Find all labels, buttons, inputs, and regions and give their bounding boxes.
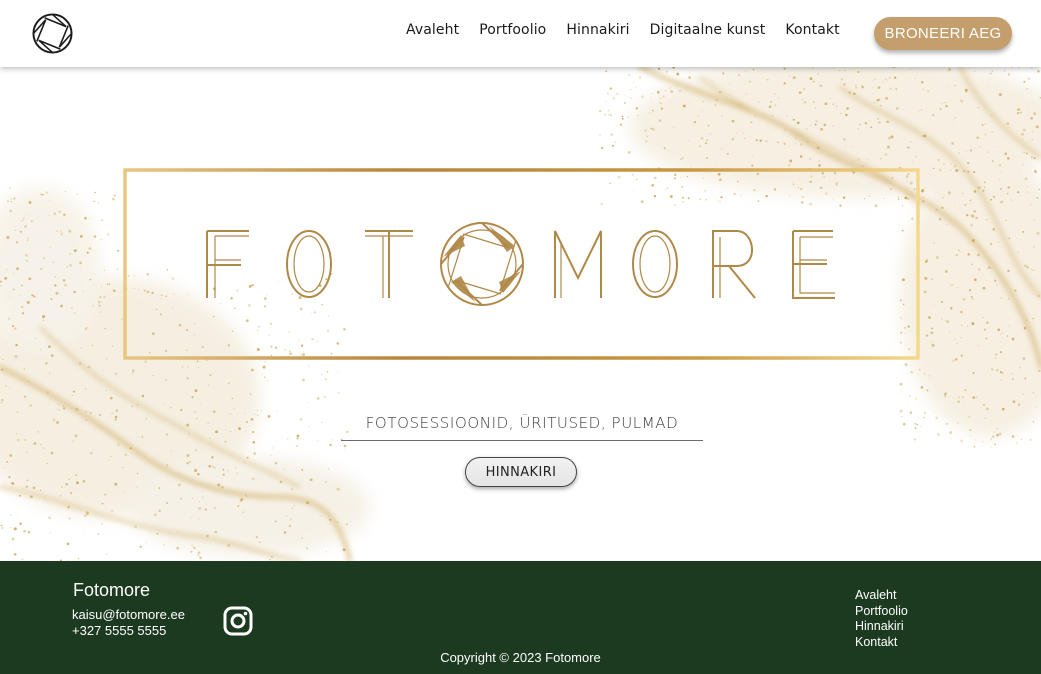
footer-link-pricing[interactable]: Hinnakiri xyxy=(855,619,908,635)
site-header: Avaleht Portfoolio Hinnakiri Digitaalne … xyxy=(0,0,1041,67)
footer-brand: Fotomore xyxy=(73,580,151,600)
nav-link-home[interactable]: Avaleht xyxy=(406,22,459,38)
copyright-text: Copyright © 2023 Fotomore xyxy=(440,650,601,665)
nav-link-digital-art[interactable]: Digitaalne kunst xyxy=(650,22,766,38)
nav-link-portfolio[interactable]: Portfoolio xyxy=(479,22,546,38)
book-appointment-button[interactable]: BRONEERI AEG xyxy=(874,17,1012,50)
footer-email[interactable]: kaisu@fotomore.ee xyxy=(72,607,185,622)
footer-link-home[interactable]: Avaleht xyxy=(855,588,908,604)
nav-link-contact[interactable]: Kontakt xyxy=(785,22,839,38)
instagram-icon[interactable] xyxy=(222,605,254,637)
footer-phone[interactable]: +327 5555 5555 xyxy=(72,623,166,638)
hero-section: FOTOSESSIOONID, ÜRITUSED, PULMAD HINNAKI… xyxy=(0,67,1041,561)
camera-aperture-icon[interactable] xyxy=(31,12,74,55)
footer-link-portfolio[interactable]: Portfoolio xyxy=(855,604,908,620)
nav-link-pricing[interactable]: Hinnakiri xyxy=(566,22,629,38)
fotomore-logo-frame xyxy=(123,168,920,360)
site-footer: Fotomore kaisu@fotomore.ee +327 5555 555… xyxy=(0,561,1041,674)
footer-links: Avaleht Portfoolio Hinnakiri Kontakt xyxy=(855,588,908,650)
pricing-button[interactable]: HINNAKIRI xyxy=(465,457,577,487)
hero-tagline: FOTOSESSIOONID, ÜRITUSED, PULMAD xyxy=(341,414,703,441)
main-nav: Avaleht Portfoolio Hinnakiri Digitaalne … xyxy=(406,22,860,38)
footer-link-contact[interactable]: Kontakt xyxy=(855,635,908,651)
